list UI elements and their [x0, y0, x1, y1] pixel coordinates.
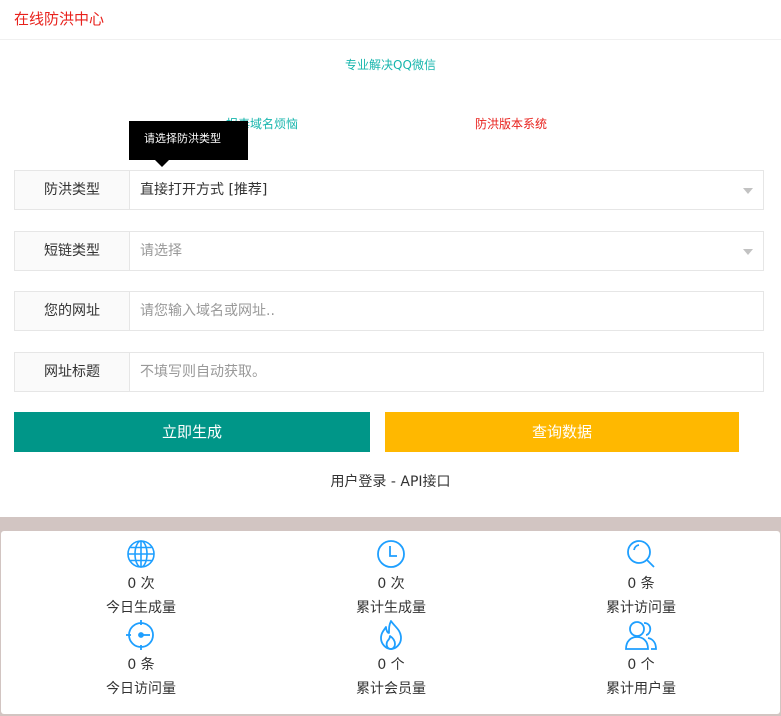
- stat-value: 0 条: [127, 657, 155, 673]
- promo-text-3: 防洪版本系统: [475, 117, 548, 131]
- stat-today-visits: 0 条 今日访问量: [41, 619, 241, 699]
- stat-total-generated: 0 次 累计生成量: [291, 538, 491, 618]
- stat-label: 累计会员量: [356, 681, 426, 697]
- row-title: 网址标题: [14, 352, 764, 392]
- page-title: 在线防洪中心: [14, 10, 105, 28]
- url-input[interactable]: [140, 293, 763, 329]
- protection-type-select[interactable]: 直接打开方式 [推荐]: [130, 171, 763, 209]
- stat-total-visits: 0 条 累计访问量: [541, 538, 741, 618]
- stat-label: 累计用户量: [606, 681, 676, 697]
- query-button[interactable]: 查询数据: [385, 412, 739, 452]
- title-field-wrap: [130, 353, 763, 391]
- row-short-link-type: 短链类型 请选择: [14, 231, 764, 271]
- header: 在线防洪中心: [0, 0, 781, 40]
- generate-button[interactable]: 立即生成: [14, 412, 370, 452]
- tooltip: 请选择防洪类型: [129, 121, 248, 167]
- title-input[interactable]: [140, 354, 763, 390]
- speedometer-icon: [126, 620, 154, 650]
- login-link[interactable]: 用户登录: [330, 474, 386, 490]
- short-link-type-label: 短链类型: [15, 232, 130, 270]
- stat-label: 累计访问量: [606, 600, 676, 616]
- stat-total-users: 0 个 累计用户量: [541, 619, 741, 699]
- short-link-type-select[interactable]: 请选择: [130, 232, 763, 270]
- search-icon: [627, 540, 655, 568]
- stat-value: 0 条: [627, 576, 655, 592]
- stat-value: 0 次: [127, 576, 155, 592]
- url-field-wrap: [130, 292, 763, 330]
- chevron-down-icon: [743, 188, 753, 194]
- stat-today-generated: 0 次 今日生成量: [41, 538, 241, 618]
- chevron-down-icon: [743, 249, 753, 255]
- stats-card: 0 次 今日生成量 0 次 累计生成量 0 条 累计访问量 0 条 今日访问量 …: [1, 531, 780, 714]
- title-label: 网址标题: [15, 353, 130, 391]
- url-label: 您的网址: [15, 292, 130, 330]
- footer-links: 用户登录 - API接口: [0, 471, 781, 491]
- link-separator: -: [386, 474, 401, 490]
- stat-total-members: 0 个 累计会员量: [291, 619, 491, 699]
- protection-type-value: 直接打开方式 [推荐]: [140, 182, 268, 198]
- api-link[interactable]: API接口: [400, 474, 450, 490]
- stat-label: 今日生成量: [106, 600, 176, 616]
- main-card: 在线防洪中心 专业解决QQ微信 报毒域名烦恼 防洪版本系统 防洪类型 直接打开方…: [0, 0, 781, 517]
- promo-text-1: 专业解决QQ微信: [345, 58, 436, 72]
- stat-value: 0 个: [627, 657, 655, 673]
- short-link-type-placeholder: 请选择: [140, 243, 182, 259]
- row-url: 您的网址: [14, 291, 764, 331]
- clock-icon: [377, 540, 405, 568]
- stat-label: 累计生成量: [356, 600, 426, 616]
- stat-value: 0 次: [377, 576, 405, 592]
- stat-label: 今日访问量: [106, 681, 176, 697]
- stat-value: 0 个: [377, 657, 405, 673]
- protection-type-label: 防洪类型: [15, 171, 130, 209]
- globe-icon: [127, 540, 155, 568]
- row-protection-type: 防洪类型 直接打开方式 [推荐]: [14, 170, 764, 210]
- fire-icon: [380, 620, 402, 650]
- users-icon: [625, 621, 657, 650]
